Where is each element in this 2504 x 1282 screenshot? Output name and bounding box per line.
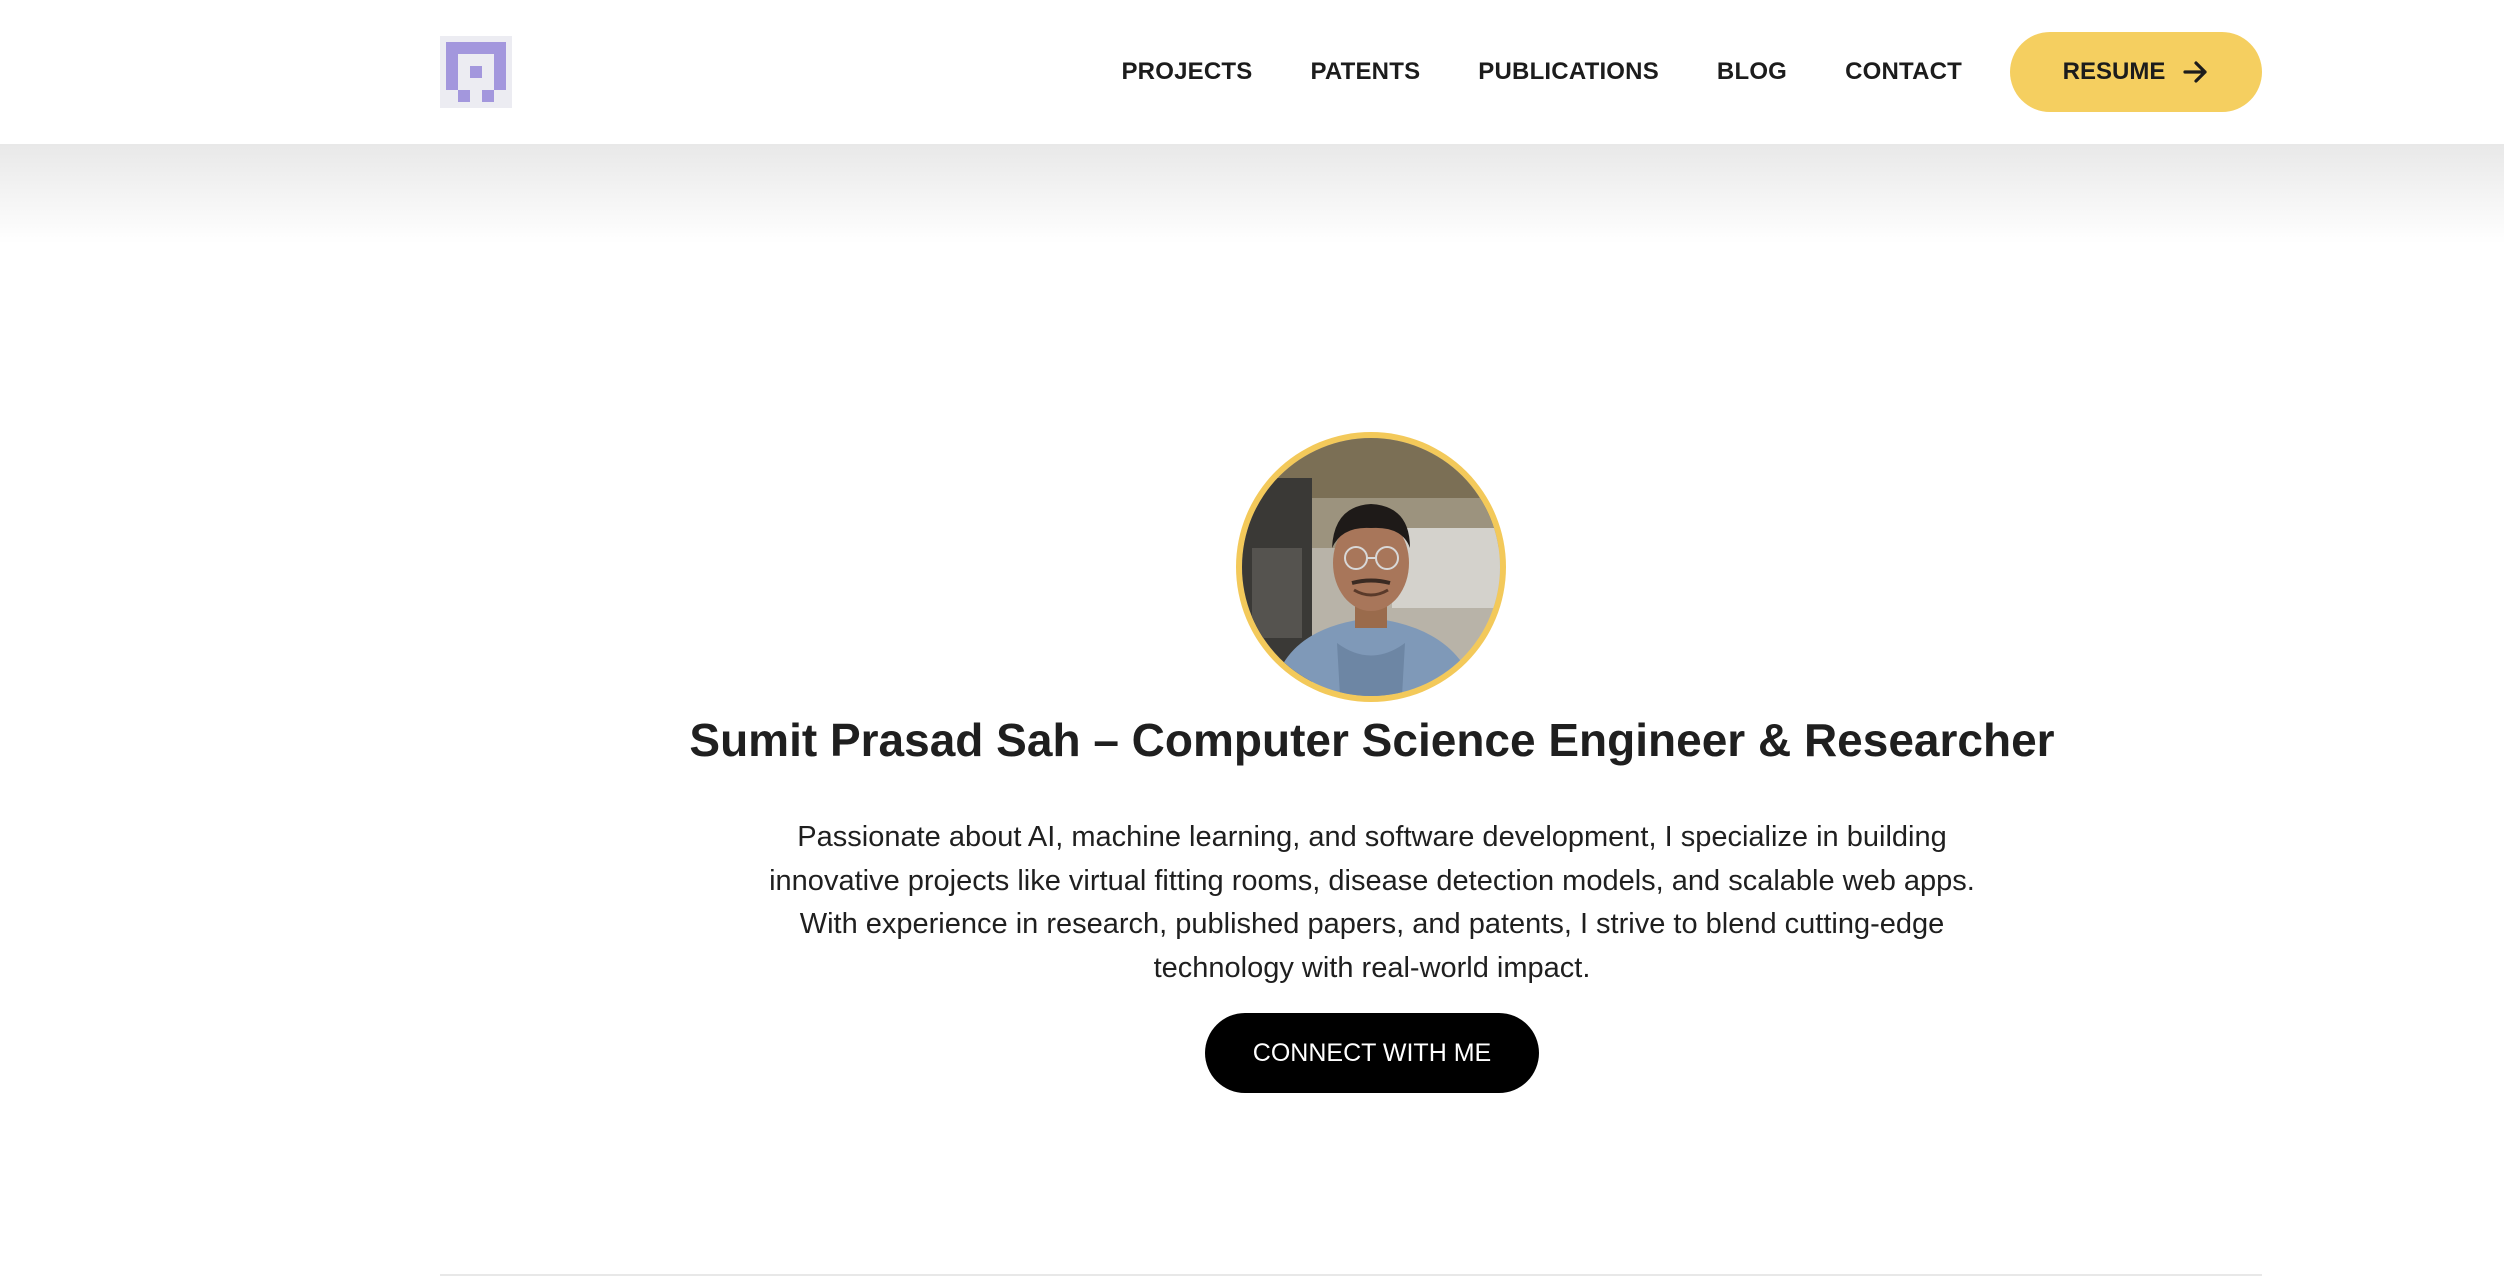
header-shadow <box>0 144 2504 244</box>
nav-publications[interactable]: PUBLICATIONS <box>1478 58 1659 86</box>
profile-photo <box>1242 438 1500 696</box>
nav-patents[interactable]: PATENTS <box>1310 58 1420 86</box>
nav-blog[interactable]: BLOG <box>1717 58 1787 86</box>
logo-pixel <box>494 42 506 90</box>
logo-pixel <box>458 90 470 102</box>
page-title: Sumit Prasad Sah – Computer Science Engi… <box>689 714 2055 766</box>
page: PROJECTS PATENTS PUBLICATIONS BLOG CONTA… <box>0 0 2504 1282</box>
hero-description: Passionate about AI, machine learning, a… <box>769 821 1975 984</box>
avatar <box>1236 432 1506 702</box>
logo-pixel <box>482 90 494 102</box>
connect-button[interactable]: CONNECT WITH ME <box>1205 1013 1539 1093</box>
arrow-right-icon <box>2183 59 2209 85</box>
nav-projects[interactable]: PROJECTS <box>1121 58 1252 86</box>
logo-pixel <box>470 66 482 78</box>
resume-button[interactable]: RESUME <box>2010 32 2262 112</box>
resume-label: RESUME <box>2062 58 2166 85</box>
logo-pixel <box>446 42 458 90</box>
pixel-logo-icon[interactable] <box>440 36 512 108</box>
section-divider <box>440 1274 2262 1276</box>
site-header: PROJECTS PATENTS PUBLICATIONS BLOG CONTA… <box>0 0 2504 144</box>
main-nav: PROJECTS PATENTS PUBLICATIONS BLOG CONTA… <box>1121 0 1962 144</box>
nav-contact[interactable]: CONTACT <box>1845 58 1962 86</box>
logo-pixel <box>458 42 494 54</box>
